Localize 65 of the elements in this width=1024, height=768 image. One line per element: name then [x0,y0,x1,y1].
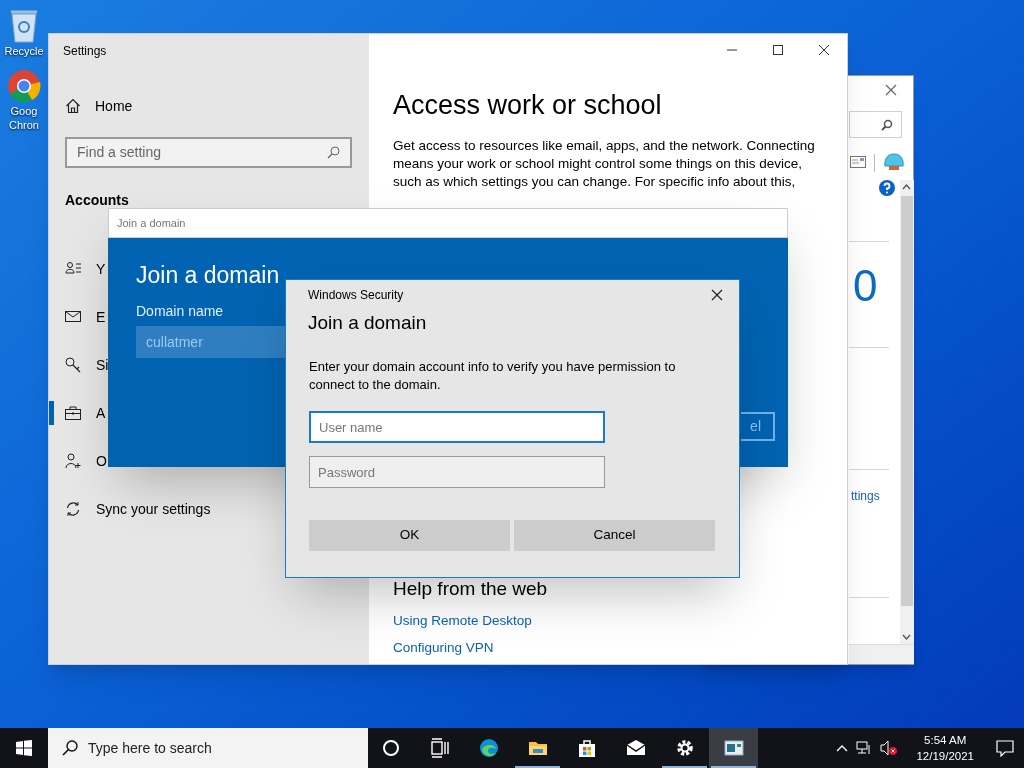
scrollbar[interactable] [900,180,914,646]
envelope-icon[interactable] [65,309,81,325]
windows-logo-icon[interactable] [16,740,32,756]
nav-item[interactable]: E [96,306,106,328]
dialog-title: Join a domain [117,215,186,231]
settings-link[interactable]: ttings [851,487,880,505]
dialog-heading: Join a domain [308,311,428,335]
scroll-up-icon[interactable] [902,184,911,190]
clock[interactable]: 5:54 AM 12/19/2021 [916,732,974,764]
nav-item[interactable]: Sync your settings [96,498,211,520]
edge-icon[interactable] [478,738,499,758]
text-field[interactable]: Password [309,456,605,488]
number-text: 0 [853,260,878,312]
taskbar-app[interactable] [709,728,758,768]
icon-label[interactable]: Chron [9,118,39,132]
person-list-icon[interactable] [65,261,81,277]
network-icon[interactable] [856,741,873,755]
shopping-bag-icon[interactable] [576,738,597,758]
search-icon[interactable] [881,119,893,131]
chevron-up-icon[interactable] [836,744,849,752]
nav-item[interactable]: Si [96,354,109,376]
page-title: Access work or school [393,89,663,122]
person-add-icon[interactable] [65,453,81,469]
close-icon[interactable] [885,84,897,96]
task-view-icon[interactable] [429,738,450,758]
search-field[interactable] [849,111,902,138]
icon-label[interactable]: Recycle [4,44,44,58]
dialog-message: Enter your domain account info to verify you have permission to connect to the domain. [309,358,677,394]
sync-icon[interactable] [65,501,81,517]
circle-icon[interactable] [380,738,401,758]
help-link[interactable]: Configuring VPN [393,638,494,657]
section-heading: Help from the web [393,577,548,601]
text-field[interactable]: User name [309,411,605,443]
briefcase-icon[interactable] [65,405,81,421]
nav-item[interactable]: A [96,402,106,424]
dialog-title: Windows Security [308,287,404,304]
scroll-down-icon[interactable] [902,634,911,640]
help-link[interactable]: Using Remote Desktop [393,611,532,630]
nav-item[interactable]: O [96,450,107,472]
help-icon[interactable] [879,180,895,196]
browser-logo-icon[interactable] [6,68,42,104]
taskbar-search-field[interactable]: Type here to search [48,728,368,768]
section-heading: Accounts [65,191,130,210]
search-field[interactable]: Find a setting [65,137,352,168]
key-icon[interactable] [65,357,81,373]
envelope-icon[interactable] [625,738,646,758]
dialog-heading: Join a domain [136,261,281,290]
nav-item[interactable]: Y [96,258,106,280]
intro-text: Get access to resources like email, apps, and the network. Connecting means your work or school might control some things on this device, such as which settings you can change. For specific info about this, [393,137,816,191]
status-bar [849,644,914,664]
scrollbar-thumb[interactable] [901,196,913,606]
dialog-button[interactable]: Cancel [514,520,715,551]
dialog-button[interactable]: OK [309,520,510,551]
window-title: Settings [63,43,107,60]
home-link[interactable]: Home [95,95,133,117]
app-window-icon[interactable] [723,738,744,758]
field-label: Domain name [136,302,225,320]
close-icon[interactable] [711,289,723,301]
speaker-muted-icon[interactable] [880,740,899,756]
gear-icon[interactable] [674,738,695,758]
shell-icon[interactable] [883,152,905,172]
icon-label[interactable]: Goog [10,104,38,118]
search-icon[interactable] [62,740,78,756]
home-icon[interactable] [65,98,81,114]
notification-icon[interactable] [996,739,1014,757]
